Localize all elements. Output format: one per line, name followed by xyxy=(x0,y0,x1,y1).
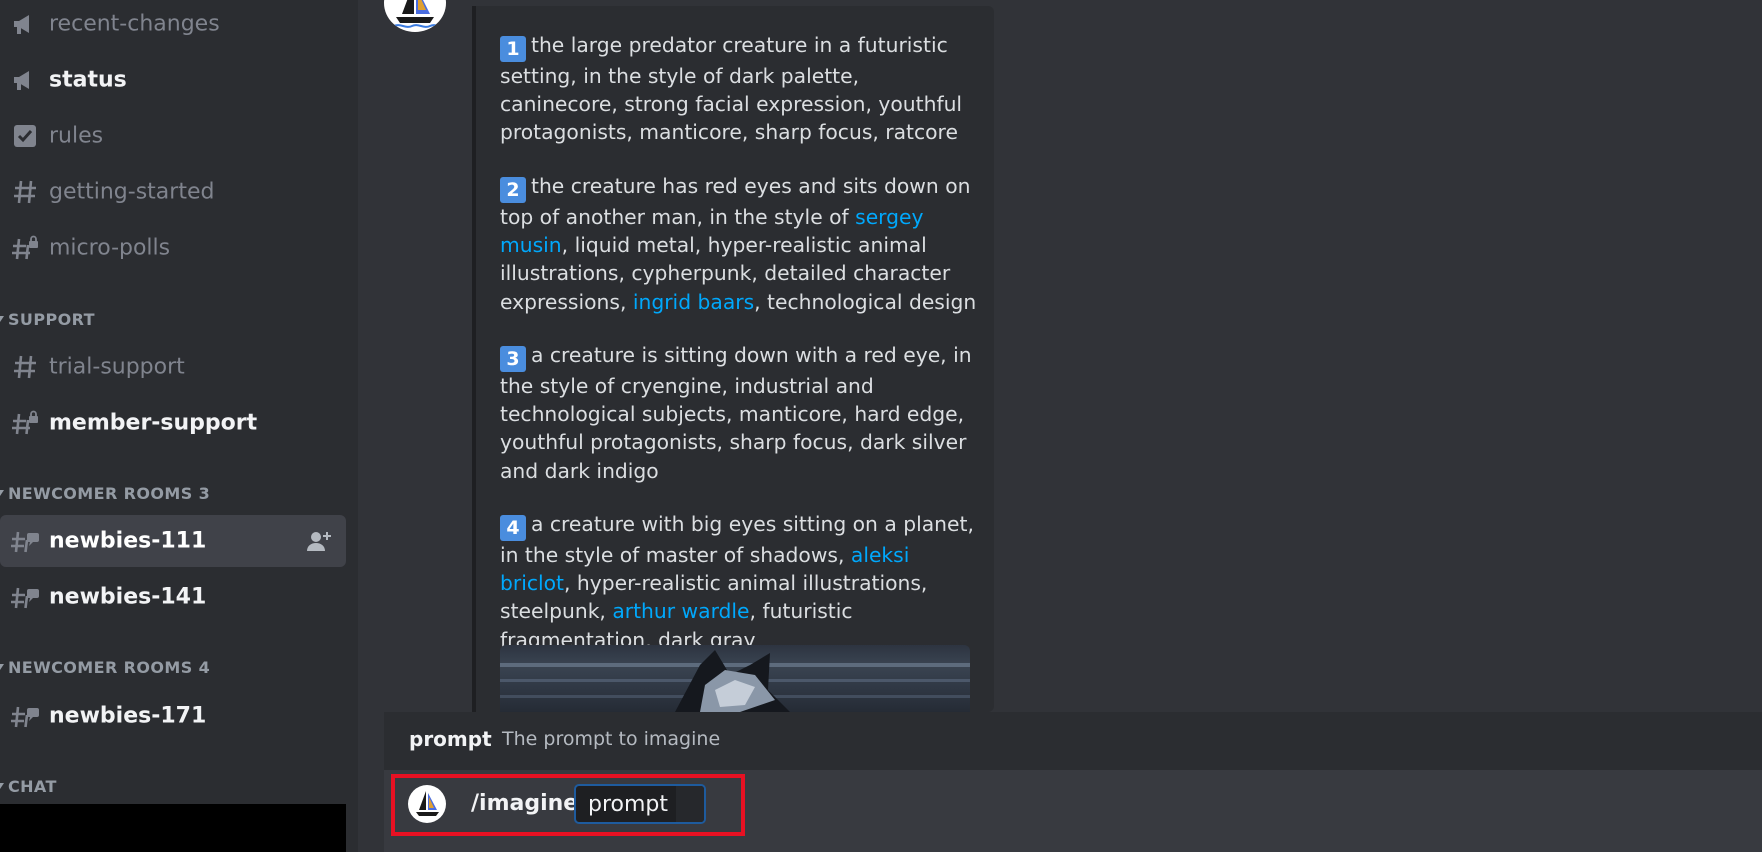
thread-hash-icon xyxy=(10,526,40,556)
creature-image xyxy=(500,650,970,712)
channel-label: trial-support xyxy=(49,354,185,380)
channel-label: micro-polls xyxy=(49,235,171,261)
annotation-highlight-box xyxy=(391,774,745,836)
channel-label: recent-changes xyxy=(49,11,220,37)
category-chat[interactable]: CHAT xyxy=(0,777,57,796)
add-member-icon[interactable] xyxy=(306,528,332,554)
channel-status[interactable]: status xyxy=(0,54,346,106)
sailboat-logo-icon xyxy=(393,0,443,28)
artist-link[interactable]: ingrid baars xyxy=(633,290,754,314)
channel-label: getting-started xyxy=(49,179,215,205)
command-option-suggestion[interactable]: prompt The prompt to imagine xyxy=(384,712,1762,770)
prompt-4: 4a creature with big eyes sitting on a p… xyxy=(500,510,978,654)
megaphone-icon xyxy=(10,65,40,95)
hash-icon xyxy=(10,177,40,207)
megaphone-icon xyxy=(10,9,40,39)
checkbox-icon xyxy=(10,121,40,151)
channel-sidebar: recent-changes status rules getting-star… xyxy=(0,0,358,852)
channel-newbies-171[interactable]: newbies-171 xyxy=(0,690,346,742)
number-badge: 4 xyxy=(500,515,526,541)
channel-label: newbies-171 xyxy=(49,703,207,729)
channel-rules[interactable]: rules xyxy=(0,110,346,162)
channel-member-support[interactable]: member-support xyxy=(0,397,346,449)
channel-newbies-111[interactable]: newbies-111 xyxy=(0,515,346,567)
channel-recent-changes[interactable]: recent-changes xyxy=(0,0,346,50)
redacted-panel xyxy=(0,804,346,852)
channel-label: member-support xyxy=(49,410,258,436)
hash-lock-icon xyxy=(10,233,40,263)
thread-hash-icon xyxy=(10,582,40,612)
thread-hash-icon xyxy=(10,701,40,731)
hash-lock-icon xyxy=(10,408,40,438)
prompt-text: , technological design xyxy=(754,289,977,314)
channel-getting-started[interactable]: getting-started xyxy=(0,166,346,218)
number-badge: 3 xyxy=(500,346,526,372)
prompt-2: 2 the creature has red eyes and sits down… xyxy=(500,172,978,316)
channel-micro-polls[interactable]: micro-polls xyxy=(0,222,346,274)
channel-label: rules xyxy=(49,123,104,149)
option-name: prompt xyxy=(409,727,492,751)
channel-label: newbies-111 xyxy=(49,528,207,554)
category-support[interactable]: SUPPORT xyxy=(0,310,95,329)
category-newcomer-rooms-3[interactable]: NEWCOMER ROOMS 3 xyxy=(0,484,210,503)
generated-image-preview[interactable] xyxy=(500,645,970,712)
option-description: The prompt to imagine xyxy=(502,728,721,750)
bot-avatar[interactable] xyxy=(384,0,446,32)
channel-trial-support[interactable]: trial-support xyxy=(0,341,346,393)
channel-newbies-141[interactable]: newbies-141 xyxy=(0,571,346,623)
prompt-text: the large predator creature in a futuris… xyxy=(500,33,963,145)
number-badge: 2 xyxy=(500,177,526,203)
hash-icon xyxy=(10,352,40,382)
category-newcomer-rooms-4[interactable]: NEWCOMER ROOMS 4 xyxy=(0,658,210,677)
message-embed: 1 the large predator creature in a futuri… xyxy=(472,6,994,712)
artist-link[interactable]: arthur wardle xyxy=(612,599,749,623)
channel-label: newbies-141 xyxy=(49,584,207,610)
prompt-text: a creature is sitting down with a red ey… xyxy=(500,343,972,483)
number-badge: 1 xyxy=(500,36,526,62)
channel-label: status xyxy=(49,67,127,93)
prompt-1: 1 the large predator creature in a futuri… xyxy=(500,31,978,147)
prompt-3: 3a creature is sitting down with a red e… xyxy=(500,341,978,485)
